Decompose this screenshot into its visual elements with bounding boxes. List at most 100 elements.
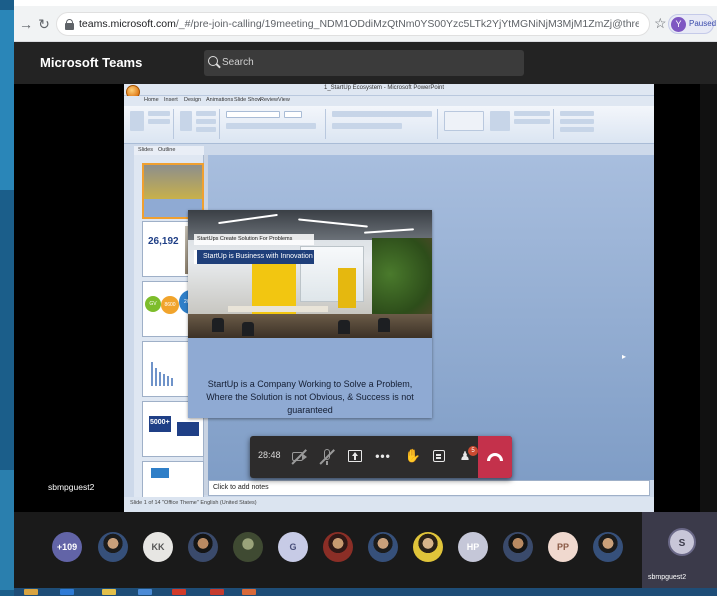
url-host: teams.microsoft.com [79, 18, 176, 30]
self-video-tile[interactable]: S sbmpguest2 [642, 512, 717, 588]
participant-initials: G [289, 542, 297, 552]
slide-caption-panel: StartUp is a Company Working to Solve a … [188, 338, 432, 418]
slide-kicker: StartUps Create Solution For Problems [194, 234, 314, 245]
panel-tab-outline: Outline [158, 147, 176, 153]
call-controls: 28:48 ••• ✋ ♟ 5 [250, 436, 512, 478]
ppt-window-title: 1_StartUp Ecosystem - Microsoft PowerPoi… [324, 85, 445, 91]
participant-avatar[interactable] [188, 532, 218, 562]
ribbon-group-paragraph [328, 109, 438, 139]
windows-taskbar [14, 588, 717, 596]
address-bar[interactable]: teams.microsoft.com/_#/pre-join-calling/… [56, 12, 650, 36]
self-avatar: S [668, 528, 696, 556]
share-screen-button[interactable] [342, 444, 368, 470]
desktop-edge [0, 0, 14, 596]
presenter-name: sbmpguest2 [48, 482, 95, 492]
browser-toolbar: → ↻ teams.microsoft.com/_#/pre-join-call… [14, 6, 717, 42]
meeting-stage: 1_StartUp Ecosystem - Microsoft PowerPoi… [14, 84, 717, 512]
search-placeholder: Search [222, 57, 254, 68]
ppt-ribbon [124, 106, 654, 144]
url-text: teams.microsoft.com/_#/pre-join-calling/… [79, 18, 639, 30]
ppt-tab-review: Review [260, 97, 279, 103]
taskbar-app-icon[interactable] [242, 589, 256, 595]
search-box[interactable]: Search [204, 50, 524, 76]
hang-up-button[interactable] [478, 436, 512, 478]
teams-header: Microsoft Teams Search [14, 42, 717, 84]
taskbar-app-icon[interactable] [172, 589, 186, 595]
participants-badge: 5 [468, 446, 478, 456]
ppt-status-bar: Slide 1 of 14 "Office Theme" English (Un… [124, 497, 654, 512]
ppt-tab-design: Design [184, 97, 202, 103]
notes-placeholder: Click to add notes [213, 484, 269, 491]
participant-initials: PP [556, 542, 569, 552]
ribbon-group-clipboard [126, 109, 174, 139]
thumb-bubble: GV [145, 296, 161, 312]
participants-button[interactable]: ♟ 5 [452, 444, 478, 470]
ppt-tab-animations: Animations [206, 97, 234, 103]
app-title: Microsoft Teams [40, 55, 143, 70]
raise-hand-icon: ✋ [404, 448, 422, 463]
more-actions-button[interactable]: ••• [370, 444, 396, 470]
participant-avatar[interactable]: PP [548, 532, 578, 562]
search-icon [208, 56, 218, 66]
slide-office-photo: StartUps Create Solution For Problems St… [188, 210, 432, 338]
ribbon-group-font [222, 109, 326, 139]
ppt-titlebar: 1_StartUp Ecosystem - Microsoft PowerPoi… [124, 84, 654, 96]
thumb-bubble: 8600 [161, 296, 179, 314]
taskbar-app-icon[interactable] [138, 589, 152, 595]
participant-avatar[interactable] [413, 532, 443, 562]
reload-icon[interactable]: ↻ [36, 16, 52, 32]
self-name: sbmpguest2 [648, 574, 687, 581]
camera-off-button[interactable] [286, 444, 312, 470]
taskbar-app-icon[interactable] [210, 589, 224, 595]
participant-initials: HP [466, 542, 480, 552]
stage-scroll-edge [700, 84, 717, 512]
participant-avatar[interactable] [98, 532, 128, 562]
ppt-tab-home: Home [144, 97, 159, 103]
screen: → ↻ teams.microsoft.com/_#/pre-join-call… [0, 0, 717, 596]
next-slide-arrow-icon: ▸ [622, 352, 627, 361]
panel-tab-slides: Slides [138, 147, 153, 153]
participant-roster: +109 KK G HP PP S sbmpguest2 [14, 512, 717, 588]
chat-button[interactable] [426, 444, 452, 470]
profile-status: Paused [689, 19, 717, 28]
ppt-tab-insert: Insert [164, 97, 178, 103]
lock-icon [65, 19, 74, 30]
url-path: /_#/pre-join-calling/19meeting_NDM1ODdiM… [175, 18, 639, 30]
desktop-edge-highlight [0, 10, 14, 190]
bookmark-star-icon[interactable]: ☆ [654, 15, 667, 31]
participant-avatar[interactable]: KK [143, 532, 173, 562]
participant-avatar[interactable]: G [278, 532, 308, 562]
call-timer: 28:48 [258, 450, 281, 460]
current-slide: StartUps Create Solution For Problems St… [188, 210, 432, 418]
taskbar-app-icon[interactable] [102, 589, 116, 595]
profile-button[interactable]: Y Paused [668, 14, 717, 34]
slide-caption: StartUp is a Company Working to Solve a … [206, 379, 414, 415]
profile-avatar: Y [671, 17, 686, 32]
participant-avatar[interactable] [503, 532, 533, 562]
participant-initials: KK [151, 542, 165, 552]
participant-avatar[interactable] [233, 532, 263, 562]
chat-icon [433, 450, 445, 462]
taskbar-app-icon[interactable] [24, 589, 38, 595]
back-arrow-icon[interactable]: → [18, 16, 34, 32]
participant-avatar[interactable]: HP [458, 532, 488, 562]
ppt-tab-slideshow: Slide Show [234, 97, 262, 103]
more-icon: ••• [375, 449, 391, 463]
ppt-panel-tabs: Slides Outline [134, 146, 204, 155]
raise-hand-button[interactable]: ✋ [400, 444, 426, 470]
ppt-status-text: Slide 1 of 14 "Office Theme" English (Un… [130, 500, 257, 506]
overflow-participants-avatar[interactable]: +109 [52, 532, 82, 562]
taskbar-app-icon[interactable] [60, 589, 74, 595]
slide-banner: StartUp is Business with Innovation [194, 250, 314, 264]
mic-muted-button[interactable] [314, 444, 340, 470]
thumb-stat: 26,192 [148, 236, 179, 247]
participant-avatar[interactable] [593, 532, 623, 562]
ribbon-group-slides [176, 109, 220, 139]
participant-avatar[interactable] [368, 532, 398, 562]
ribbon-group-editing [556, 109, 600, 139]
desktop-edge-highlight-lower [0, 470, 14, 590]
phone-hangup-icon [487, 453, 503, 461]
ppt-tab-view: View [278, 97, 290, 103]
ppt-ribbon-tabs: Home Insert Design Animations Slide Show… [124, 96, 654, 106]
participant-avatar[interactable] [323, 532, 353, 562]
